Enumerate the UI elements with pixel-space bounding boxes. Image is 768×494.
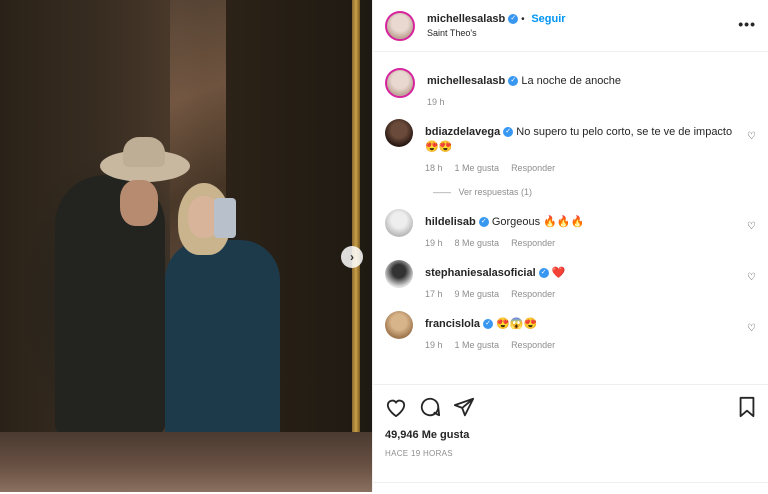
comments-list: michellesalasb ✓ La noche de anoche 19 h … [373,68,768,350]
heart-icon[interactable]: ♡ [747,221,756,232]
heart-icon[interactable]: ♡ [747,131,756,142]
comment-likes[interactable]: 1 Me gusta [455,163,500,173]
avatar[interactable] [385,311,413,339]
more-dots-icon[interactable]: ••• [738,16,756,32]
phone [214,198,236,238]
avatar[interactable] [385,260,413,288]
comment-text: ❤️ [551,267,566,279]
list-item: bdiazdelavega ✓ No supero tu pelo corto, … [385,119,756,173]
view-replies-button[interactable]: —— Ver respuestas (1) [433,187,756,197]
chevron-right-icon: › [350,250,354,264]
comment-likes[interactable]: 8 Me gusta [455,238,500,248]
verified-icon: ✓ [483,319,494,330]
heart-icon[interactable]: ♡ [747,272,756,283]
avatar[interactable] [385,10,415,41]
verified-icon: ✓ [508,76,519,87]
post-actions: 49,946 Me gusta HACE 19 HORAS [373,384,768,466]
comment-time: 18 h [425,163,443,173]
reply-button[interactable]: Responder [511,289,555,299]
comment-time: 17 h [425,289,443,299]
instagram-post: › michellesalasb ✓ • Seguir Saint Theo's … [0,0,768,492]
next-photo-button[interactable]: › [341,246,363,268]
avatar[interactable] [385,68,415,98]
post-header: michellesalasb ✓ • Seguir Saint Theo's ••… [373,0,768,52]
caption-text: La noche de anoche [521,75,622,87]
list-item: francislola ✓ 😍😱😍 19 h 1 Me gusta Responder… [385,311,756,350]
likes-count[interactable]: 49,946 Me gusta [385,429,757,441]
post-timestamp: HACE 19 HORAS [385,449,453,458]
reply-button[interactable]: Responder [511,163,555,173]
post-sidebar: michellesalasb ✓ • Seguir Saint Theo's ••… [372,0,768,492]
comment-text: 😍😱😍 [496,318,538,330]
bookmark-icon[interactable] [737,396,757,418]
man-face [120,180,158,226]
verified-icon: ✓ [503,127,514,138]
comment-username[interactable]: bdiazdelavega [425,126,500,138]
caption-time: 19 h [427,97,445,107]
comment-username[interactable]: hildelisab [425,216,476,228]
comment-icon[interactable] [419,396,441,418]
reply-button[interactable]: Responder [511,238,555,248]
comment-text: Gorgeous 🔥🔥🔥 [491,216,585,228]
location-link[interactable]: Saint Theo's [427,28,566,38]
comment-username[interactable]: francislola [425,318,480,330]
verified-icon: ✓ [508,14,519,25]
comment-username[interactable]: stephaniesalasoficial [425,267,536,279]
avatar[interactable] [385,209,413,237]
caption-username[interactable]: michellesalasb [427,75,505,87]
hat-crown [123,137,165,167]
comment-likes[interactable]: 1 Me gusta [455,340,500,350]
view-replies-label: Ver respuestas (1) [458,187,533,197]
comment-time: 19 h [425,340,443,350]
woman-figure [165,240,280,440]
list-item: stephaniesalasoficial ✓ ❤️ 17 h 9 Me gusta… [385,260,756,299]
share-icon[interactable] [453,396,475,418]
caption: michellesalasb ✓ La noche de anoche 19 h [385,68,756,107]
avatar[interactable] [385,119,413,147]
floor [0,432,372,492]
comment-likes[interactable]: 9 Me gusta [455,289,500,299]
heart-icon[interactable]: ♡ [747,323,756,334]
verified-icon: ✓ [538,268,549,279]
author-username[interactable]: michellesalasb [427,13,505,25]
add-comment-bar[interactable] [373,482,768,494]
like-heart-icon[interactable] [385,397,407,417]
verified-icon: ✓ [478,217,489,228]
post-photo[interactable]: › [0,0,372,492]
follow-button[interactable]: Seguir [531,13,565,25]
list-item: hildelisab ✓ Gorgeous 🔥🔥🔥 19 h 8 Me gusta R… [385,209,756,248]
comment-time: 19 h [425,238,443,248]
reply-button[interactable]: Responder [511,340,555,350]
